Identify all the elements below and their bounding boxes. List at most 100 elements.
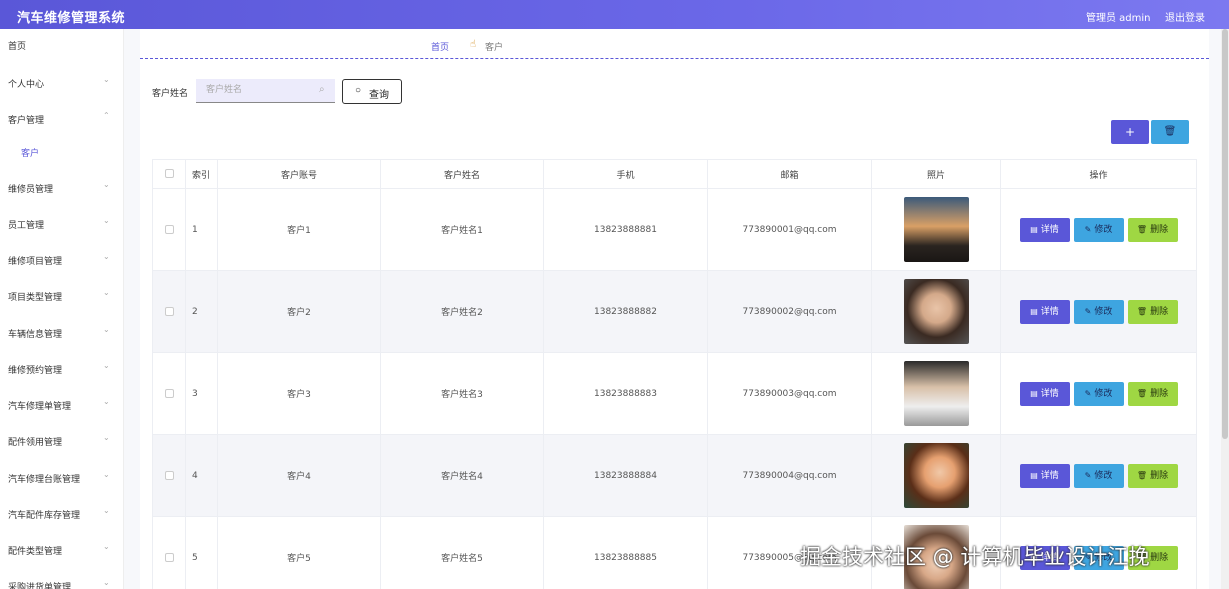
detail-button[interactable]: ▤ 详情 bbox=[1019, 299, 1070, 324]
customer-photo[interactable] bbox=[903, 525, 969, 589]
delete-button[interactable]: 🗑 删除 bbox=[1127, 217, 1178, 242]
row-index: 2 bbox=[185, 270, 218, 353]
pencil-icon: ✎ bbox=[1084, 470, 1092, 480]
row-index: 1 bbox=[185, 188, 218, 271]
trash-icon: 🗑 bbox=[1136, 224, 1148, 234]
sidebar-item-label: 车辆信息管理 bbox=[8, 330, 63, 340]
delete-button[interactable]: 🗑 删除 bbox=[1127, 299, 1178, 324]
row-checkbox[interactable] bbox=[164, 306, 174, 316]
query-button[interactable]: ○ 查询 bbox=[342, 79, 402, 104]
row-checkbox[interactable] bbox=[164, 388, 174, 398]
sidebar-item-customer-management[interactable]: 客户管理 ⌃ bbox=[0, 109, 123, 129]
chevron-down-icon: ⌄ bbox=[103, 288, 110, 297]
sidebar-item-label: 汽车修理单管理 bbox=[8, 402, 72, 412]
sidebar-item-label: 维修项目管理 bbox=[8, 257, 63, 267]
sidebar-item-repair-project-management[interactable]: 维修项目管理 ⌄ bbox=[0, 250, 123, 270]
sidebar-item-mechanic-management[interactable]: 维修员管理 ⌄ bbox=[0, 178, 123, 198]
sidebar-item-purchase-order-management[interactable]: 采购进货单管理 ⌄ bbox=[0, 576, 123, 589]
sidebar-item-repair-ledger-management[interactable]: 汽车修理台账管理 ⌄ bbox=[0, 468, 123, 488]
table-row: 4 客户4 客户姓名4 13823888884 773890004@qq.com… bbox=[152, 434, 1197, 517]
sidebar-item-parts-inventory-management[interactable]: 汽车配件库存管理 ⌄ bbox=[0, 504, 123, 524]
detail-button[interactable]: ▤ 详情 bbox=[1019, 381, 1070, 406]
sidebar-item-staff-management[interactable]: 员工管理 ⌄ bbox=[0, 214, 123, 234]
row-checkbox[interactable] bbox=[164, 552, 174, 562]
select-all-checkbox[interactable] bbox=[164, 169, 174, 178]
row-select-cell bbox=[152, 352, 186, 435]
edit-button[interactable]: ✎ 修改 bbox=[1073, 381, 1124, 406]
add-button[interactable]: + bbox=[1111, 120, 1149, 144]
row-phone: 13823888881 bbox=[543, 188, 708, 271]
delete-label: 删除 bbox=[1150, 552, 1169, 563]
sidebar-item-repair-appointment-management[interactable]: 维修预约管理 ⌄ bbox=[0, 359, 123, 379]
column-header-actions: 操作 bbox=[1000, 159, 1197, 189]
column-header-index: 索引 bbox=[185, 159, 218, 189]
sidebar-menu: 首页 个人中心 ⌄ 客户管理 ⌃ 客户 维修员管理 ⌄ 员工管理 ⌄ 维修项目管理 ⌄ 项… bbox=[0, 29, 124, 589]
row-account: 客户5 bbox=[217, 516, 381, 589]
sidebar-item-project-type-management[interactable]: 项目类型管理 ⌄ bbox=[0, 286, 123, 306]
breadcrumb-home[interactable]: 首页 bbox=[431, 40, 449, 53]
edit-label: 修改 bbox=[1094, 224, 1113, 235]
edit-label: 修改 bbox=[1094, 388, 1113, 399]
sidebar-item-vehicle-info-management[interactable]: 车辆信息管理 ⌄ bbox=[0, 323, 123, 343]
column-header-name: 客户姓名 bbox=[380, 159, 544, 189]
customer-photo[interactable] bbox=[903, 443, 969, 508]
sidebar-item-label: 个人中心 bbox=[8, 80, 45, 90]
row-name: 客户姓名2 bbox=[380, 270, 544, 353]
delete-label: 删除 bbox=[1150, 388, 1169, 399]
sidebar-item-label: 首页 bbox=[8, 42, 27, 52]
delete-button[interactable]: 🗑 删除 bbox=[1127, 545, 1178, 570]
scrollbar-thumb[interactable] bbox=[1222, 29, 1228, 439]
sidebar-item-label: 项目类型管理 bbox=[8, 293, 63, 303]
query-button-label: 查询 bbox=[369, 90, 389, 101]
row-select-cell bbox=[152, 434, 186, 517]
chevron-down-icon: ⌄ bbox=[103, 470, 110, 479]
edit-button[interactable]: ✎ 修改 bbox=[1073, 299, 1124, 324]
detail-button[interactable]: ▤ 详情 bbox=[1019, 545, 1070, 570]
row-checkbox[interactable] bbox=[164, 470, 174, 480]
main-area: 首页 ☝ 客户 客户姓名 ⌕ ○ 查询 + 🗑 索引 客户账号 客户姓名 bbox=[124, 29, 1229, 589]
row-email: 773890004@qq.com bbox=[707, 434, 872, 517]
detail-button[interactable]: ▤ 详情 bbox=[1019, 217, 1070, 242]
customer-photo[interactable] bbox=[903, 361, 969, 426]
table-row: 3 客户3 客户姓名3 13823888883 773890003@qq.com… bbox=[152, 352, 1197, 435]
row-actions: ▤ 详情 ✎ 修改 🗑 删除 bbox=[1000, 516, 1197, 589]
sidebar-item-label: 客户管理 bbox=[8, 116, 45, 126]
row-checkbox[interactable] bbox=[164, 224, 174, 234]
sidebar-item-label: 维修预约管理 bbox=[8, 366, 63, 376]
pencil-icon: ✎ bbox=[1084, 224, 1092, 234]
customer-photo[interactable] bbox=[903, 279, 969, 344]
logout-link[interactable]: 退出登录 bbox=[1165, 9, 1205, 24]
column-header-phone: 手机 bbox=[543, 159, 708, 189]
edit-button[interactable]: ✎ 修改 bbox=[1073, 463, 1124, 488]
detail-label: 详情 bbox=[1040, 552, 1059, 563]
detail-label: 详情 bbox=[1040, 224, 1059, 235]
customer-photo[interactable] bbox=[903, 197, 969, 262]
app-title: 汽车维修管理系统 bbox=[17, 11, 126, 26]
edit-button[interactable]: ✎ 修改 bbox=[1073, 217, 1124, 242]
delete-button[interactable]: 🗑 删除 bbox=[1127, 381, 1178, 406]
edit-button[interactable]: ✎ 修改 bbox=[1073, 545, 1124, 570]
sidebar-item-repair-order-management[interactable]: 汽车修理单管理 ⌄ bbox=[0, 395, 123, 415]
sidebar-item-label: 采购进货单管理 bbox=[8, 583, 72, 589]
page-scrollbar[interactable] bbox=[1221, 29, 1229, 589]
detail-button[interactable]: ▤ 详情 bbox=[1019, 463, 1070, 488]
sidebar-item-customer[interactable]: 客户 bbox=[0, 142, 123, 162]
customer-name-search-input[interactable] bbox=[196, 79, 316, 101]
row-account: 客户1 bbox=[217, 188, 381, 271]
document-icon: ▤ bbox=[1030, 470, 1038, 480]
chevron-down-icon: ⌄ bbox=[103, 180, 110, 189]
delete-label: 删除 bbox=[1150, 470, 1169, 481]
batch-delete-button[interactable]: 🗑 bbox=[1151, 120, 1189, 144]
sidebar-item-personal-center[interactable]: 个人中心 ⌄ bbox=[0, 73, 123, 93]
sidebar-item-home[interactable]: 首页 bbox=[0, 35, 123, 55]
top-header: 汽车维修管理系统 管理员 admin 退出登录 bbox=[0, 0, 1229, 29]
sidebar-item-parts-requisition-management[interactable]: 配件领用管理 ⌄ bbox=[0, 431, 123, 451]
sidebar-item-parts-type-management[interactable]: 配件类型管理 ⌄ bbox=[0, 540, 123, 560]
breadcrumb-current: 客户 bbox=[485, 43, 504, 53]
search-icon: ○ bbox=[355, 85, 362, 96]
chevron-down-icon: ⌄ bbox=[103, 361, 110, 370]
delete-button[interactable]: 🗑 删除 bbox=[1127, 463, 1178, 488]
row-account: 客户4 bbox=[217, 434, 381, 517]
sidebar-item-label: 客户 bbox=[21, 149, 40, 159]
sidebar-item-label: 汽车配件库存管理 bbox=[8, 511, 81, 521]
